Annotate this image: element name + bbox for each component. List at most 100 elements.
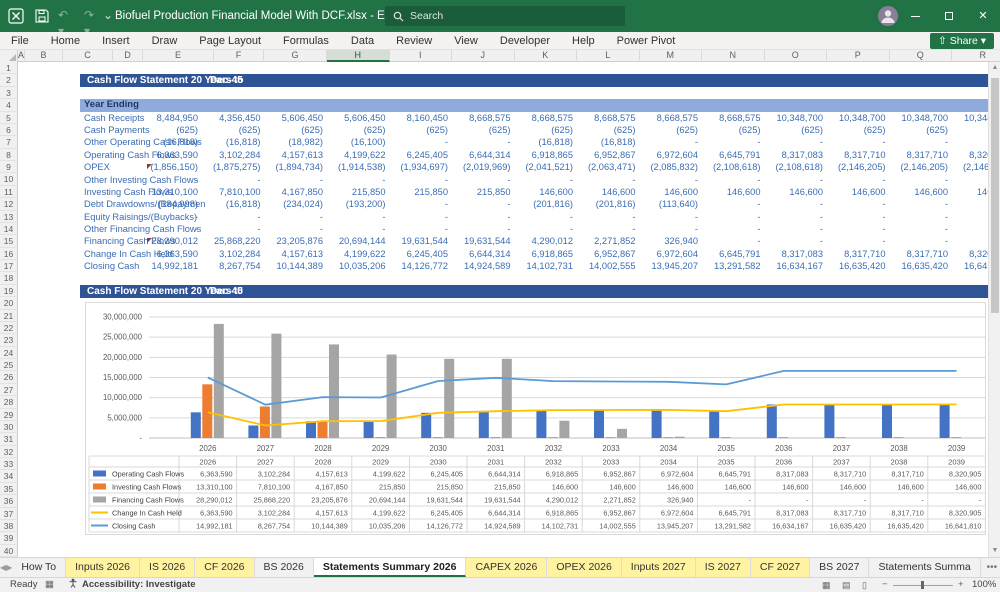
row-header-17[interactable]: 17 [0,260,18,273]
select-all-button[interactable] [0,50,18,62]
column-header-N[interactable]: N [702,50,765,62]
ribbon-tab-formulas[interactable]: Formulas [272,32,340,50]
cell-change-in-cash-held-2034[interactable]: 6,972,604 [641,248,704,260]
ribbon-tab-power-pivot[interactable]: Power Pivot [606,32,687,50]
cell-other-operating-cash-flows-2031[interactable]: - [453,136,516,148]
zoom-slider-thumb[interactable] [921,581,924,589]
row-header-20[interactable]: 20 [0,297,18,310]
row-header-24[interactable]: 24 [0,346,18,360]
zoom-level[interactable]: 100% [972,578,996,592]
ribbon-tab-page-layout[interactable]: Page Layout [188,32,272,50]
statement-row-label-opex[interactable]: OPEX [84,161,110,173]
column-header-R[interactable]: R [952,50,1000,62]
cell-other-operating-cash-flows-2034[interactable]: - [641,136,704,148]
cell-cash-payments-2026[interactable]: (625) [141,124,204,136]
restore-button[interactable] [932,0,966,32]
sheet-tab-capex-2026[interactable]: CAPEX 2026 [466,558,548,577]
ribbon-tab-insert[interactable]: Insert [91,32,141,50]
cell-opex-2028[interactable]: (1,894,734) [266,161,329,173]
row-header-30[interactable]: 30 [0,420,18,434]
cell-closing-cash-2035[interactable]: 13,291,582 [703,260,766,272]
cell-opex-2032[interactable]: (2,041,521) [516,161,579,173]
cell-other-financing-cash-flows-2028[interactable]: - [266,223,329,235]
vertical-scrollbar[interactable]: ▲ ▼ [988,62,1000,557]
tab-overflow-button[interactable]: ••• [981,558,1000,577]
cell-cash-payments-2038[interactable]: (625) [891,124,954,136]
cell-financing-cash-flows-2030[interactable]: 19,631,544 [391,235,454,247]
cell-cash-receipts-2031[interactable]: 8,668,575 [453,112,516,124]
excel-app-icon[interactable] [8,8,24,24]
cell-cash-payments-2028[interactable]: (625) [266,124,329,136]
column-header-D[interactable]: D [113,50,143,62]
cell-investing-cash-flows-2037[interactable]: 146,600 [828,186,891,198]
cell-opex-2036[interactable]: (2,108,618) [766,161,829,173]
sheet-tab-statements-summa[interactable]: Statements Summa [869,558,981,577]
cell-other-investing-cash-flows-2034[interactable]: - [641,174,704,186]
ribbon-tab-draw[interactable]: Draw [141,32,189,50]
ribbon-tab-help[interactable]: Help [561,32,606,50]
cell-operating-cash-flows-2031[interactable]: 6,644,314 [453,149,516,161]
column-header-O[interactable]: O [765,50,827,62]
cell-cash-receipts-2034[interactable]: 8,668,575 [641,112,704,124]
cell-investing-cash-flows-2033[interactable]: 146,600 [578,186,641,198]
cell-opex-2035[interactable]: (2,108,618) [703,161,766,173]
column-header-F[interactable]: F [214,50,264,62]
row-header-37[interactable]: 37 [0,507,18,520]
cell-change-in-cash-held-2035[interactable]: 6,645,791 [703,248,766,260]
sheet-tab-is-2026[interactable]: IS 2026 [140,558,196,577]
cell-debt-drawdowns-repaymen-2033[interactable]: (201,816) [578,198,641,210]
cell-investing-cash-flows-2026[interactable]: 13,310,100 [141,186,204,198]
cell-opex-2029[interactable]: (1,914,538) [328,161,391,173]
row-header-10[interactable]: 10 [0,173,18,186]
cell-investing-cash-flows-2027[interactable]: 7,810,100 [203,186,266,198]
cell-financing-cash-flows-2032[interactable]: 4,290,012 [516,235,579,247]
row-header-13[interactable]: 13 [0,210,18,223]
scroll-up-arrow[interactable]: ▲ [989,62,1000,74]
row-header-36[interactable]: 36 [0,495,18,508]
cell-operating-cash-flows-2027[interactable]: 3,102,284 [203,149,266,161]
cell-cash-receipts-2030[interactable]: 8,160,450 [391,112,454,124]
cell-change-in-cash-held-2033[interactable]: 6,952,867 [578,248,641,260]
cell-equity-raisings-buybacks-2034[interactable]: - [641,211,704,223]
cell-other-investing-cash-flows-2026[interactable]: - [141,174,204,186]
cell-investing-cash-flows-2028[interactable]: 4,167,850 [266,186,329,198]
cell-debt-drawdowns-repaymen-2027[interactable]: (16,818) [203,198,266,210]
cell-cash-payments-2037[interactable]: (625) [828,124,891,136]
year-header-band[interactable] [80,99,988,112]
cell-cash-receipts-2029[interactable]: 5,606,450 [328,112,391,124]
cell-cash-payments-2032[interactable]: (625) [516,124,579,136]
row-header-1[interactable]: 1 [0,62,18,75]
cell-operating-cash-flows-2030[interactable]: 6,245,405 [391,149,454,161]
zoom-out-button[interactable]: − [882,578,888,592]
cell-equity-raisings-buybacks-2028[interactable]: - [266,211,329,223]
row-header-29[interactable]: 29 [0,408,18,421]
cell-other-investing-cash-flows-2033[interactable]: - [578,174,641,186]
cell-equity-raisings-buybacks-2037[interactable]: - [828,211,891,223]
cell-other-financing-cash-flows-2031[interactable]: - [453,223,516,235]
cell-other-financing-cash-flows-2035[interactable]: - [703,223,766,235]
row-header-40[interactable]: 40 [0,544,18,557]
row-header-23[interactable]: 23 [0,334,18,347]
cell-other-investing-cash-flows-2037[interactable]: - [828,174,891,186]
cell-change-in-cash-held-2038[interactable]: 8,317,710 [891,248,954,260]
statement-banner-2[interactable]: Cash Flow Statement 20 Years t0 Dec-45 [80,284,988,298]
cell-other-operating-cash-flows-2027[interactable]: (16,818) [203,136,266,148]
row-header-12[interactable]: 12 [0,198,18,211]
cell-cash-payments-2031[interactable]: (625) [453,124,516,136]
cell-financing-cash-flows-2033[interactable]: 2,271,852 [578,235,641,247]
cell-financing-cash-flows-2028[interactable]: 23,205,876 [266,235,329,247]
row-header-16[interactable]: 16 [0,247,18,261]
cell-operating-cash-flows-2036[interactable]: 8,317,083 [766,149,829,161]
cell-operating-cash-flows-2029[interactable]: 4,199,622 [328,149,391,161]
cell-other-operating-cash-flows-2026[interactable]: (16,818) [141,136,204,148]
cell-opex-2034[interactable]: (2,085,832) [641,161,704,173]
column-header-G[interactable]: G [264,50,327,62]
cell-cash-receipts-2035[interactable]: 8,668,575 [703,112,766,124]
cell-other-operating-cash-flows-2032[interactable]: (16,818) [516,136,579,148]
cell-other-operating-cash-flows-2037[interactable]: - [828,136,891,148]
row-header-9[interactable]: 9 [0,161,18,174]
cell-other-operating-cash-flows-2030[interactable]: - [391,136,454,148]
cell-other-operating-cash-flows-2028[interactable]: (18,982) [266,136,329,148]
cell-operating-cash-flows-2034[interactable]: 6,972,604 [641,149,704,161]
row-header-34[interactable]: 34 [0,470,18,483]
